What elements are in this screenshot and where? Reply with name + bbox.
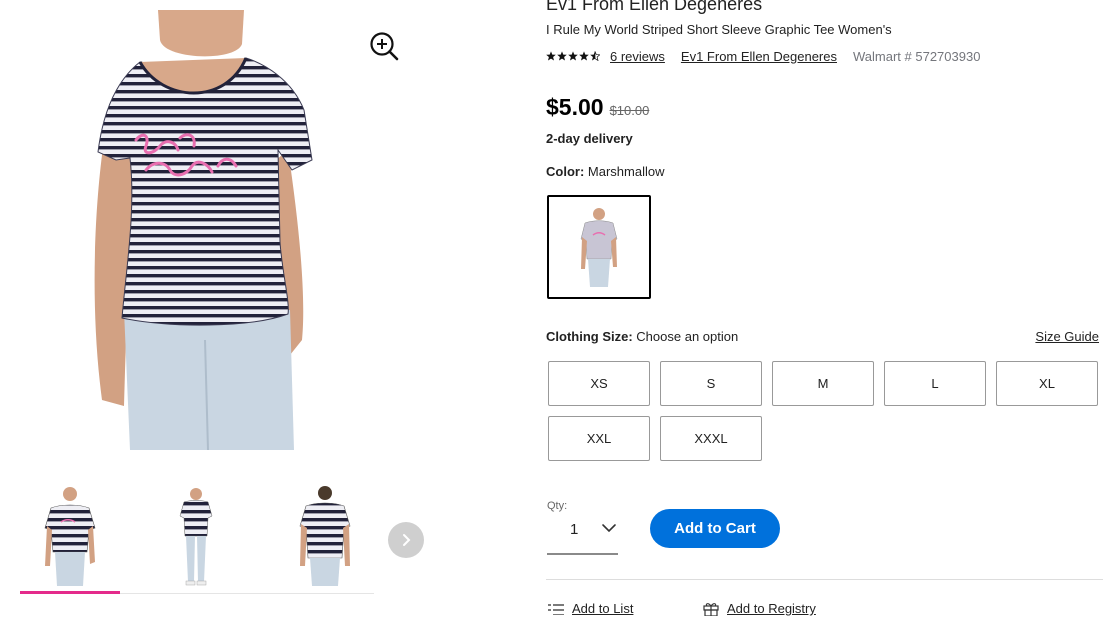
- size-option-xxl[interactable]: XXL: [548, 416, 650, 461]
- thumbnail-image: [299, 486, 351, 586]
- size-option-xxxl[interactable]: XXXL: [660, 416, 762, 461]
- thumbnail-2[interactable]: [146, 482, 246, 586]
- product-brand-title: Ev1 From Ellen Degeneres: [546, 0, 763, 14]
- chevron-right-icon: [403, 534, 411, 546]
- star-rating: [546, 51, 600, 61]
- rating-row: 6 reviews Ev1 From Ellen Degeneres Walma…: [546, 47, 980, 65]
- brand-link[interactable]: Ev1 From Ellen Degeneres: [681, 49, 837, 64]
- quantity-value: 1: [570, 521, 579, 538]
- quantity-select[interactable]: 1: [547, 515, 618, 555]
- add-to-cart-button[interactable]: Add to Cart: [650, 509, 780, 548]
- star-icon: [557, 51, 567, 61]
- active-thumbnail-indicator: [20, 591, 120, 594]
- gift-icon: [703, 602, 719, 616]
- product-main-image[interactable]: [40, 10, 410, 450]
- thumbnail-image: [44, 487, 96, 586]
- quantity-label: Qty:: [547, 500, 568, 512]
- thumbnail-1[interactable]: [20, 482, 120, 586]
- star-half-icon: [590, 51, 600, 61]
- price-row: $5.00 $10.00: [546, 94, 649, 121]
- star-icon: [579, 51, 589, 61]
- size-option-m[interactable]: M: [772, 361, 874, 406]
- size-label: Clothing Size:: [546, 329, 633, 344]
- product-name: I Rule My World Striped Short Sleeve Gra…: [546, 22, 892, 37]
- star-icon: [546, 51, 556, 61]
- next-thumbnails-button[interactable]: [388, 522, 424, 558]
- add-to-registry-link[interactable]: Add to Registry: [703, 601, 816, 616]
- add-to-list-link[interactable]: Add to List: [548, 601, 633, 616]
- size-option-l[interactable]: L: [884, 361, 986, 406]
- size-selection-label: Clothing Size: Choose an option Size Gui…: [546, 329, 1099, 344]
- color-value: Marshmallow: [587, 164, 665, 179]
- size-value: Choose an option: [636, 329, 739, 344]
- size-option-xs[interactable]: XS: [548, 361, 650, 406]
- reviews-link[interactable]: 6 reviews: [610, 49, 665, 64]
- size-guide-link[interactable]: Size Guide: [1035, 329, 1099, 344]
- star-icon: [568, 51, 578, 61]
- current-price: $5.00: [546, 94, 604, 120]
- zoom-in-icon: [370, 32, 399, 61]
- thumbnail-image: [179, 488, 213, 586]
- section-divider: [546, 579, 1103, 580]
- delivery-info: 2-day delivery: [546, 131, 633, 146]
- color-selection-label: Color: Marshmallow: [546, 164, 664, 179]
- was-price: $10.00: [609, 103, 650, 118]
- size-option-xl[interactable]: XL: [996, 361, 1098, 406]
- size-option-s[interactable]: S: [660, 361, 762, 406]
- walmart-item-number: Walmart # 572703930: [853, 48, 981, 64]
- color-label: Color:: [546, 164, 585, 179]
- list-icon: [548, 603, 564, 615]
- chevron-down-icon: [602, 524, 616, 533]
- zoom-button[interactable]: [368, 30, 402, 64]
- add-to-list-label: Add to List: [572, 601, 634, 616]
- add-to-registry-label: Add to Registry: [727, 601, 816, 616]
- swatch-image: [580, 208, 618, 287]
- thumbnail-3[interactable]: [275, 482, 375, 586]
- color-swatch-marshmallow[interactable]: [547, 195, 651, 299]
